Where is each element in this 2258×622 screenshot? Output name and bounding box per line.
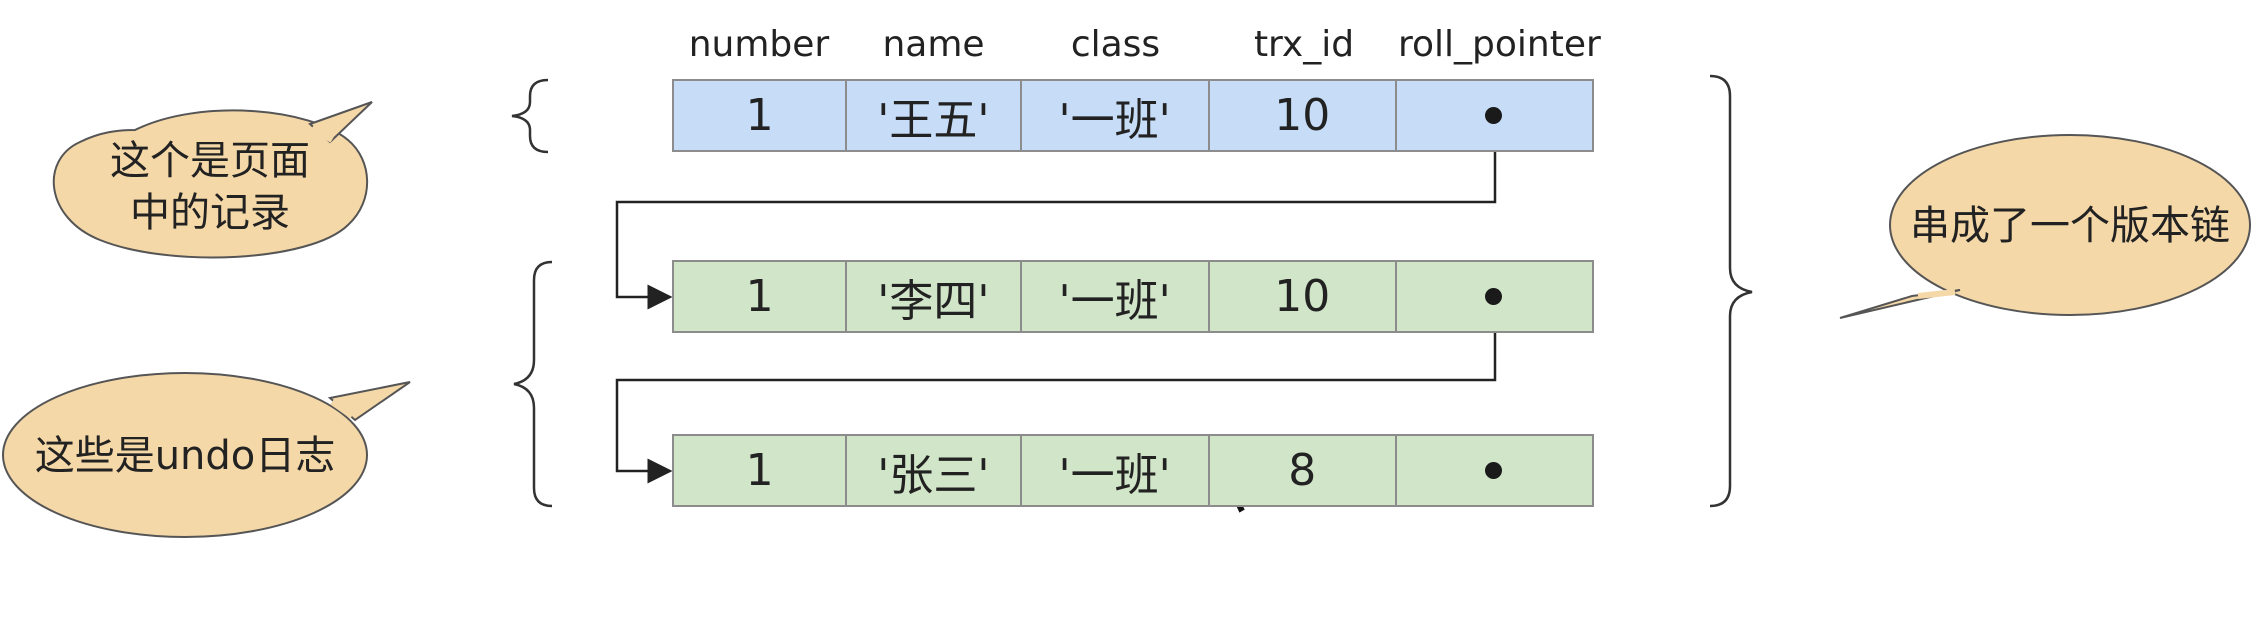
cell-class: '一班' [1022,81,1210,150]
cell-roll-pointer [1397,436,1592,505]
column-header-trx-id: trx_id [1253,24,1355,65]
column-header-name: name [882,24,985,65]
cell-number: 1 [674,262,848,331]
cell-number: 1 [674,436,848,505]
cell-trx-id: 10 [1210,262,1397,331]
cell-trx-id: 8 [1210,436,1397,505]
cell-roll-pointer [1397,81,1592,150]
callout-page-record-text: 这个是页面 中的记录 [70,135,350,239]
cell-class: '一班' [1022,262,1210,331]
cell-name: '张三' [847,436,1022,505]
cell-trx-id: 10 [1210,81,1397,150]
column-header-roll-pointer: roll_pointer [1398,24,1601,65]
cell-number: 1 [674,81,848,150]
cell-class: '一班' [1022,436,1210,505]
pointer-dot [1485,461,1503,479]
page-record-brace [511,78,549,154]
version-chain-brace [1709,74,1753,508]
callout-undo-log-text: 这些是undo日志 [34,433,336,479]
callout-page-record-line-2: 中的记录 [130,190,290,236]
cell-name: '王五' [847,81,1022,150]
cell-roll-pointer [1397,262,1592,331]
pointer-dot [1485,287,1503,305]
column-header-number: number [688,24,830,65]
version-chain-diagram: number name class trx_id roll_pointer 1 … [0,0,2258,622]
page-record-row: 1 '王五' '一班' 10 [672,79,1594,152]
callout-page-record-line-1: 这个是页面 [110,138,310,184]
undo-log-brace [513,260,553,508]
pointer-dot [1485,106,1503,124]
undo-log-row: 1 '李四' '一班' 10 [672,260,1594,333]
cell-name: '李四' [847,262,1022,331]
column-header-class: class [1070,24,1161,65]
callout-version-chain-text: 串成了一个版本链 [1910,203,2230,249]
undo-log-row: 1 '张三' '一班' 8 [672,434,1594,507]
